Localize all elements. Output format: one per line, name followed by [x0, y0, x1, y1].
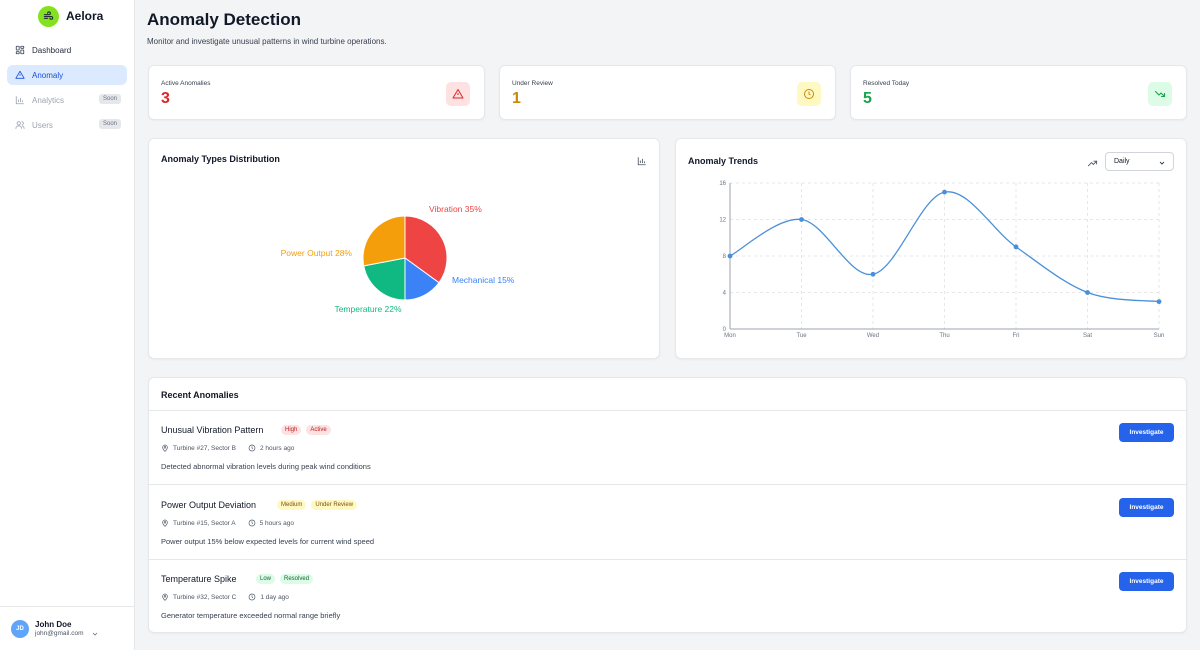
investigate-button[interactable]: Investigate — [1119, 498, 1174, 517]
trend-chart-card: Anomaly Trends Daily 0 4 8 12 16 Mon Tue Wed Thu… — [675, 138, 1187, 359]
brand[interactable]: Aelora — [38, 5, 103, 27]
recent-anomalies-title: Recent Anomalies — [161, 390, 239, 400]
anomaly-title: Unusual Vibration Pattern — [161, 425, 264, 435]
x-tick-label: Sun — [1154, 333, 1165, 339]
clock-icon — [248, 444, 256, 452]
x-tick-label: Tue — [796, 333, 807, 339]
list-item: Power Output Deviation Medium Under Review… — [149, 486, 1186, 560]
x-tick-label: Thu — [939, 333, 949, 339]
pie-chart: Vibration 35% Mechanical 15% Temperature 2… — [281, 204, 515, 314]
user-menu[interactable]: JD John Doe john@gmail.com — [0, 606, 135, 650]
x-tick-label: Sat — [1083, 333, 1092, 339]
users-icon — [15, 120, 25, 130]
stat-value: 5 — [863, 90, 872, 107]
sidebar-item-label: Dashboard — [32, 45, 72, 55]
anomaly-description: Detected abnormal vibration levels durin… — [161, 462, 371, 471]
layout-grid-icon — [15, 45, 25, 55]
clock-icon — [248, 519, 255, 527]
anomaly-time: 2 hours ago — [260, 444, 295, 452]
x-tick-label: Mon — [724, 333, 736, 339]
warning-triangle-icon — [446, 82, 470, 106]
data-point-tue[interactable] — [799, 217, 804, 222]
anomaly-title: Temperature Spike — [161, 574, 237, 584]
data-point-mon[interactable] — [727, 253, 733, 259]
y-tick-label: 8 — [723, 254, 727, 260]
stat-label: Under Review — [512, 80, 553, 87]
sidebar-item-dashboard[interactable]: Dashboard — [7, 40, 127, 60]
soon-badge: Soon — [98, 94, 121, 104]
map-pin-icon — [162, 444, 168, 452]
y-tick-label: 16 — [719, 181, 726, 187]
x-tick-label: Wed — [867, 333, 879, 339]
severity-badge: Low — [256, 574, 276, 584]
stat-label: Resolved Today — [863, 80, 910, 87]
sidebar-nav: Dashboard Anomaly Analytics Soon Users S… — [7, 40, 127, 140]
status-badge: Resolved — [280, 574, 314, 584]
x-tick-label: Fri — [1013, 333, 1020, 339]
app-name: Aelora — [66, 9, 104, 23]
sidebar: Aelora Dashboard Anomaly Analytics Soon — [0, 0, 135, 650]
page-subtitle: Monitor and investigate unusual patterns… — [147, 37, 387, 46]
bar-chart-icon — [15, 95, 25, 105]
pie-label: Mechanical 15% — [452, 275, 515, 285]
page-title: Anomaly Detection — [147, 10, 301, 29]
user-name: John Doe — [35, 620, 72, 629]
status-badge: Active — [306, 425, 331, 435]
sidebar-item-label: Analytics — [32, 95, 65, 105]
pie-label: Vibration 35% — [429, 204, 482, 214]
stat-value: 3 — [161, 90, 170, 107]
investigate-button[interactable]: Investigate — [1119, 572, 1174, 591]
status-badge: Under Review — [311, 500, 358, 510]
anomaly-description: Power output 15% below expected levels f… — [161, 537, 375, 546]
y-tick-label: 12 — [719, 218, 726, 224]
anomaly-time: 1 day ago — [260, 593, 289, 601]
anomaly-location: Turbine #15, Sector A — [173, 519, 236, 527]
avatar: JD — [11, 619, 29, 638]
soon-badge: Soon — [98, 119, 121, 129]
investigate-button[interactable]: Investigate — [1119, 423, 1174, 442]
sidebar-item-anomaly[interactable]: Anomaly — [7, 65, 127, 85]
stat-card-active: Active Anomalies 3 — [148, 65, 485, 120]
trending-down-icon — [1148, 82, 1172, 106]
pie-label: Power Output 28% — [281, 248, 353, 258]
sidebar-item-users[interactable]: Users Soon — [7, 115, 127, 135]
recent-anomalies-card: Recent Anomalies Unusual Vibration Patte… — [148, 377, 1187, 633]
list-item: Temperature Spike Low Resolved Turbine #32,… — [149, 560, 1186, 634]
anomaly-description: Generator temperature exceeded normal ra… — [161, 611, 341, 620]
map-pin-icon — [162, 593, 168, 601]
stat-value: 1 — [512, 90, 521, 107]
severity-badge: Medium — [277, 500, 307, 510]
sidebar-item-label: Users — [32, 120, 53, 130]
warning-triangle-icon — [15, 70, 25, 80]
data-point-thu[interactable] — [942, 189, 947, 195]
stat-card-resolved: Resolved Today 5 — [850, 65, 1187, 120]
severity-badge: High — [281, 425, 302, 435]
y-tick-label: 4 — [723, 291, 727, 297]
line-chart: 0481216Mon Tue Wed Thu Fri Sat Sun — [719, 181, 1165, 339]
data-point-sat[interactable] — [1085, 290, 1090, 295]
list-item: Unusual Vibration Pattern High Active Turbi… — [149, 411, 1186, 485]
wind-logo-icon — [38, 5, 59, 27]
anomaly-location: Turbine #32, Sector C — [173, 593, 237, 601]
clock-icon — [249, 593, 256, 601]
pie-slice-power-output[interactable] — [362, 215, 406, 267]
data-point-sun[interactable] — [1156, 299, 1162, 305]
data-point-fri[interactable] — [1013, 244, 1019, 250]
stat-card-review: Under Review 1 — [499, 65, 836, 120]
clock-icon — [797, 82, 821, 106]
sidebar-item-label: Anomaly — [32, 70, 64, 80]
anomaly-location: Turbine #27, Sector B — [173, 444, 236, 452]
map-pin-icon — [162, 519, 168, 527]
pie-label: Temperature 22% — [334, 304, 402, 314]
anomaly-title: Power Output Deviation — [161, 500, 257, 510]
anomaly-time: 5 hours ago — [259, 519, 294, 527]
pie-chart-card: Anomaly Types Distribution Vibration 35%… — [148, 138, 660, 359]
stat-label: Active Anomalies — [161, 80, 211, 87]
sidebar-item-analytics[interactable]: Analytics Soon — [7, 90, 127, 110]
user-email: john@gmail.com — [35, 630, 84, 637]
chevron-down-icon — [91, 625, 99, 643]
data-point-wed[interactable] — [870, 271, 876, 277]
